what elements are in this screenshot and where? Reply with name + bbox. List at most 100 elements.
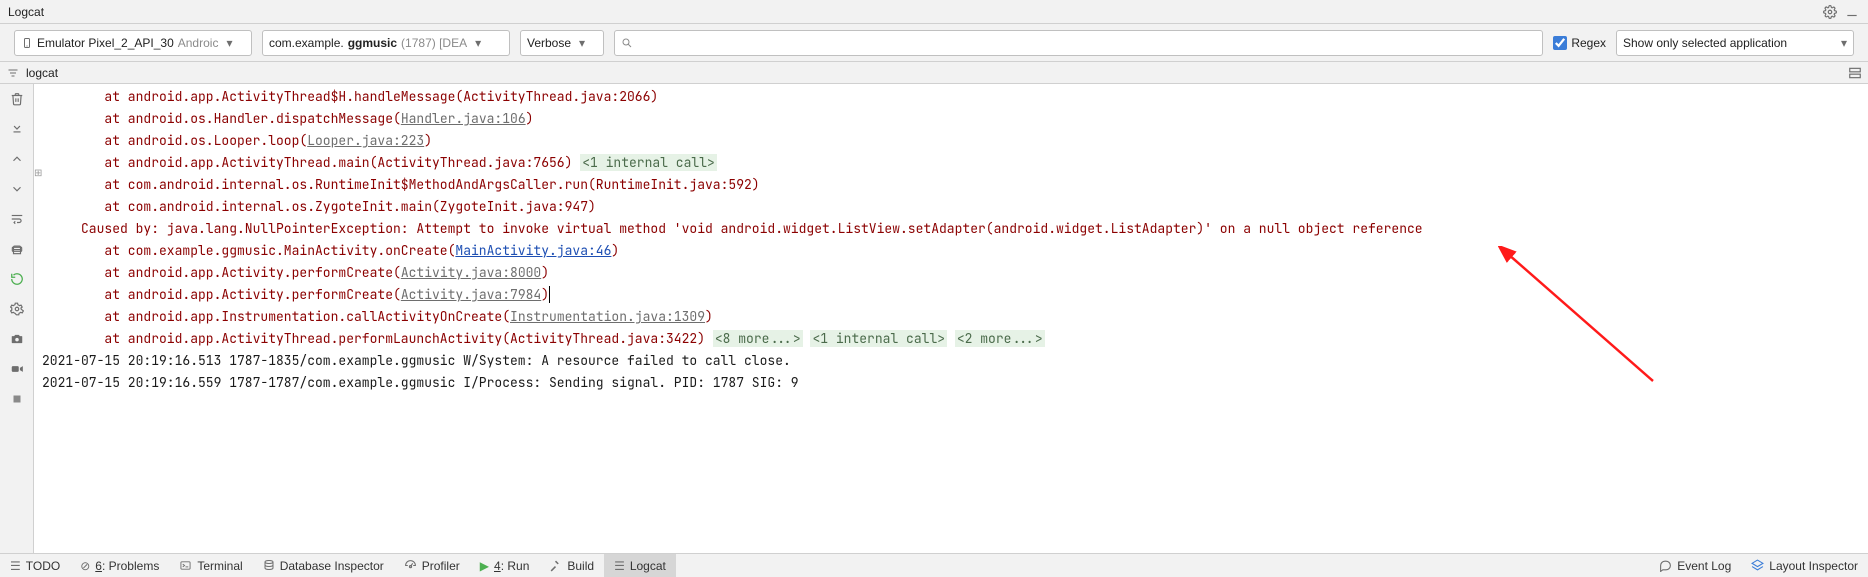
print-icon[interactable]	[8, 240, 26, 258]
app-filter-selector[interactable]: Show only selected application ▾	[1616, 30, 1854, 56]
source-link[interactable]: Activity.java:7984	[401, 286, 541, 303]
minimize-icon[interactable]	[1844, 4, 1860, 20]
log-line: at android.os.Looper.loop(Looper.java:22…	[42, 130, 1868, 152]
layout-settings-icon[interactable]	[1848, 66, 1862, 80]
log-line: at android.app.ActivityThread.main(Activ…	[42, 152, 1868, 174]
chevron-down-icon: ▾	[1841, 36, 1847, 50]
event-log-tab[interactable]: Event Log	[1649, 554, 1741, 577]
device-name-suffix: Androic	[178, 36, 219, 50]
log-line: at com.example.ggmusic.MainActivity.onCr…	[42, 240, 1868, 262]
device-selector[interactable]: Emulator Pixel_2_API_30 Androic ▾	[14, 30, 252, 56]
process-bold: ggmusic	[348, 36, 397, 50]
fold-chip[interactable]: <8 more...>	[713, 330, 803, 347]
panel-title: Logcat	[8, 5, 44, 19]
stop-icon[interactable]	[8, 390, 26, 408]
process-selector[interactable]: com.example. ggmusic (1787) [DEA ▾	[262, 30, 510, 56]
status-bar: ☰ TODO ⊘ 6: Problems Terminal Database I…	[0, 553, 1868, 577]
log-gutter	[0, 84, 34, 553]
run-label: 4: Run	[494, 559, 529, 573]
log-level-label: Verbose	[527, 36, 571, 50]
search-input[interactable]	[637, 36, 1536, 50]
problems-tab[interactable]: ⊘ 6: Problems	[70, 554, 169, 577]
source-link[interactable]: Instrumentation.java:1309	[510, 308, 705, 325]
gear-icon[interactable]	[1822, 4, 1838, 20]
process-suffix: (1787) [DEA	[401, 36, 467, 50]
restart-icon[interactable]	[8, 270, 26, 288]
hammer-icon	[549, 559, 562, 572]
source-link[interactable]: Activity.java:8000	[401, 264, 541, 281]
log-line: at android.app.ActivityThread.performLau…	[42, 328, 1868, 350]
log-line: at com.android.internal.os.ZygoteInit.ma…	[42, 196, 1868, 218]
settings-icon[interactable]	[8, 300, 26, 318]
scroll-to-end-icon[interactable]	[8, 120, 26, 138]
process-prefix: com.example.	[269, 36, 344, 50]
log-level-selector[interactable]: Verbose ▾	[520, 30, 604, 56]
regex-checkbox[interactable]	[1553, 36, 1567, 50]
logcat-tab[interactable]: ☰ Logcat	[604, 554, 676, 577]
problems-label: 6: Problems	[95, 559, 159, 573]
profiler-tab[interactable]: Profiler	[394, 554, 470, 577]
gauge-icon	[404, 559, 417, 572]
layout-inspector-label: Layout Inspector	[1769, 559, 1858, 573]
log-line: at android.os.Handler.dispatchMessage(Ha…	[42, 108, 1868, 130]
chevron-down-icon: ▾	[579, 36, 585, 50]
log-line: 2021-07-15 20:19:16.559 1787-1787/com.ex…	[42, 372, 1868, 394]
source-link[interactable]: Handler.java:106	[401, 110, 526, 127]
log-line: at android.app.Instrumentation.callActiv…	[42, 306, 1868, 328]
subheader-bar: logcat	[0, 62, 1868, 84]
log-line: at android.app.Activity.performCreate(Ac…	[42, 262, 1868, 284]
device-icon	[21, 36, 33, 50]
event-log-label: Event Log	[1677, 559, 1731, 573]
chevron-down-icon: ▾	[226, 36, 232, 50]
terminal-label: Terminal	[197, 559, 242, 573]
terminal-tab[interactable]: Terminal	[169, 554, 252, 577]
list-icon: ☰	[10, 559, 21, 573]
layers-icon	[1751, 559, 1764, 572]
device-name: Emulator Pixel_2_API_30	[37, 36, 174, 50]
log-line: at android.app.ActivityThread$H.handleMe…	[42, 86, 1868, 108]
fold-chip[interactable]: <1 internal call>	[810, 330, 947, 347]
run-tab[interactable]: ▶ 4: Run	[470, 554, 540, 577]
camera-icon[interactable]	[8, 330, 26, 348]
app-filter-label: Show only selected application	[1623, 36, 1787, 50]
source-link[interactable]: MainActivity.java:46	[455, 242, 611, 259]
search-icon	[621, 37, 633, 49]
log-line: 2021-07-15 20:19:16.513 1787-1835/com.ex…	[42, 350, 1868, 372]
record-icon[interactable]	[8, 360, 26, 378]
log-line: at android.app.Activity.performCreate(Ac…	[42, 284, 1868, 306]
logcat-label: Logcat	[630, 559, 666, 573]
logcat-icon: ☰	[614, 559, 625, 573]
log-main: ⊞ at android.app.ActivityThread$H.handle…	[0, 84, 1868, 553]
filter-toolbar: Emulator Pixel_2_API_30 Androic ▾ com.ex…	[0, 24, 1868, 62]
warning-icon: ⊘	[80, 559, 90, 573]
wrap-icon[interactable]	[8, 210, 26, 228]
log-line: at com.android.internal.os.RuntimeInit$M…	[42, 174, 1868, 196]
todo-tab[interactable]: ☰ TODO	[0, 554, 70, 577]
regex-toggle[interactable]: Regex	[1553, 36, 1606, 50]
panel-titlebar: Logcat	[0, 0, 1868, 24]
fold-chip[interactable]: <1 internal call>	[580, 154, 717, 171]
log-output: at android.app.ActivityThread$H.handleMe…	[34, 84, 1868, 402]
subheader-label: logcat	[26, 66, 58, 80]
todo-label: TODO	[26, 559, 60, 573]
source-link[interactable]: Looper.java:223	[307, 132, 424, 149]
database-label: Database Inspector	[280, 559, 384, 573]
database-inspector-tab[interactable]: Database Inspector	[253, 554, 394, 577]
fold-marker-icon[interactable]: ⊞	[34, 168, 42, 179]
filter-icon[interactable]	[6, 67, 20, 79]
build-tab[interactable]: Build	[539, 554, 604, 577]
search-field[interactable]	[614, 30, 1543, 56]
build-label: Build	[567, 559, 594, 573]
trash-icon[interactable]	[8, 90, 26, 108]
database-icon	[263, 559, 275, 572]
profiler-label: Profiler	[422, 559, 460, 573]
up-icon[interactable]	[8, 150, 26, 168]
regex-label: Regex	[1571, 36, 1606, 50]
chevron-down-icon: ▾	[475, 36, 481, 50]
down-icon[interactable]	[8, 180, 26, 198]
layout-inspector-tab[interactable]: Layout Inspector	[1741, 554, 1868, 577]
terminal-icon	[179, 560, 192, 571]
fold-chip[interactable]: <2 more...>	[955, 330, 1045, 347]
log-scroll[interactable]: ⊞ at android.app.ActivityThread$H.handle…	[34, 84, 1868, 553]
play-icon: ▶	[480, 559, 489, 573]
